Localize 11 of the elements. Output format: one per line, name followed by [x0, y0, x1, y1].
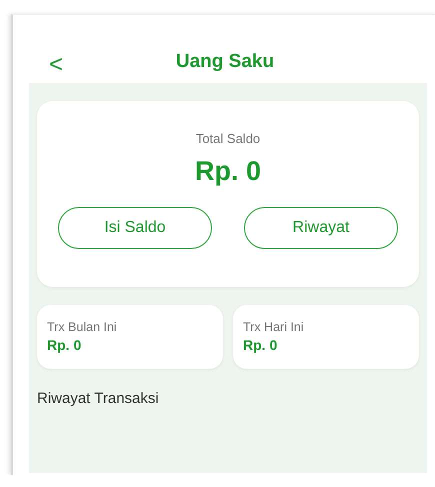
- balance-amount: Rp. 0: [194, 156, 261, 187]
- stat-value: Rp. 0: [47, 337, 82, 353]
- balance-label: Total Saldo: [196, 131, 260, 146]
- stat-value: Rp. 0: [243, 337, 278, 353]
- stat-label: Trx Bulan Ini: [47, 320, 118, 334]
- back-button[interactable]: <: [45, 53, 68, 77]
- top-up-button[interactable]: Isi Saldo: [58, 207, 212, 249]
- section-title: Riwayat Transaksi: [37, 390, 160, 407]
- stat-label: Trx Hari Ini: [243, 320, 305, 334]
- history-button[interactable]: Riwayat: [244, 207, 398, 249]
- page-title: Uang Saku: [176, 51, 274, 73]
